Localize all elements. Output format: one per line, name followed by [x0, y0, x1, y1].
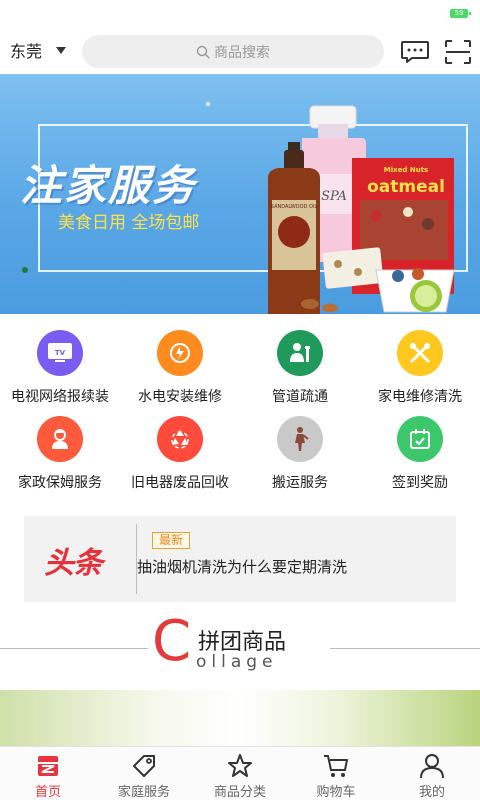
caret-down-icon: [56, 46, 67, 54]
new-badge: 最新: [152, 532, 191, 549]
city-selector[interactable]: 东莞: [10, 38, 67, 62]
user-icon: [420, 754, 444, 779]
water-drop-icon: [157, 330, 203, 376]
svg-text:TV: TV: [55, 349, 66, 357]
housekeeper-icon: [37, 416, 83, 462]
service-label: 水电安装维修: [138, 389, 222, 405]
mover-icon: [277, 416, 323, 462]
mixed-nuts-label: Mixed Nuts: [384, 166, 428, 174]
headline-news[interactable]: 头条 最新 抽油烟机清洗为什么要定期清洗: [24, 516, 456, 602]
cart-icon: [324, 755, 348, 777]
tab-label: 首页: [34, 785, 61, 800]
service-moving[interactable]: 搬运服务: [240, 412, 360, 498]
divider: [330, 648, 480, 649]
tab-label: 家庭服务: [117, 785, 170, 800]
collage-logo-letter: C: [152, 609, 192, 674]
section-subtitle: ollage: [196, 652, 278, 672]
service-checkin-reward[interactable]: 签到奖励: [360, 412, 480, 498]
star-icon: [228, 754, 252, 777]
message-icon[interactable]: [400, 40, 430, 64]
service-appliance-repair[interactable]: 家电维修清洗: [360, 326, 480, 412]
scan-icon[interactable]: [444, 39, 472, 65]
search-placeholder: 商品搜索: [214, 44, 270, 61]
sandalwood-label: SANDALWOOD OIL: [271, 204, 318, 210]
service-label: 搬运服务: [272, 475, 328, 491]
tv-icon: TV: [37, 330, 83, 376]
app-screen: 59 东莞 商品搜索 注家服务 美食日用 全场包邮 SPA SANDALWOOD…: [0, 0, 480, 800]
group-buy-product-image[interactable]: [0, 690, 480, 746]
tab-home-services[interactable]: 家庭服务: [96, 747, 192, 800]
spa-label: SPA: [321, 189, 347, 204]
top-header: 东莞 商品搜索: [0, 26, 480, 74]
service-housekeeping[interactable]: 家政保姆服务: [0, 412, 120, 498]
service-grid: TV 电视网络报续装 水电安装维修 管道疏通 家电维修清洗 家政保姆服务 旧电器…: [0, 326, 480, 498]
service-label: 电视网络报续装: [11, 389, 109, 405]
service-label: 旧电器废品回收: [131, 475, 229, 491]
service-pipe-dredge[interactable]: 管道疏通: [240, 326, 360, 412]
service-recycling[interactable]: 旧电器废品回收: [120, 412, 240, 498]
city-name: 东莞: [10, 42, 43, 61]
oatmeal-label: oatmeal: [367, 177, 445, 197]
promo-banner[interactable]: 注家服务 美食日用 全场包邮 SPA SANDALWOOD OIL Mixed …: [0, 74, 480, 314]
banner-sparkle: [206, 102, 210, 106]
product-photo: SPA SANDALWOOD OIL Mixed Nuts oatmeal: [268, 105, 455, 314]
plumber-icon: [277, 330, 323, 376]
service-label: 管道疏通: [272, 389, 328, 405]
tab-label: 我的: [418, 785, 445, 800]
bottom-tab-bar: 首页 家庭服务 商品分类 购物车 我的: [0, 746, 480, 800]
service-water-electric[interactable]: 水电安装维修: [120, 326, 240, 412]
tab-home[interactable]: 首页: [0, 747, 96, 800]
service-label: 签到奖励: [392, 475, 448, 491]
home-icon: [38, 756, 58, 776]
carousel-indicator[interactable]: [22, 267, 28, 273]
tab-label: 商品分类: [213, 785, 266, 800]
tab-cart[interactable]: 购物车: [288, 747, 384, 800]
service-tv-network[interactable]: TV 电视网络报续装: [0, 326, 120, 412]
headline-logo: 头条: [44, 546, 103, 581]
battery-indicator: 59: [450, 9, 471, 18]
calendar-check-icon: [397, 416, 443, 462]
banner-subtitle: 美食日用 全场包邮: [58, 213, 200, 233]
divider: [0, 648, 148, 649]
recycle-icon: [157, 416, 203, 462]
tab-label: 购物车: [316, 785, 356, 800]
headline-text: 抽油烟机清洗为什么要定期清洗: [137, 558, 348, 576]
search-bar[interactable]: 商品搜索: [82, 35, 384, 68]
tag-icon: [133, 755, 155, 777]
tab-profile[interactable]: 我的: [384, 747, 480, 800]
tab-categories[interactable]: 商品分类: [192, 747, 288, 800]
group-buy-section-header: C 拼团商品 ollage: [0, 612, 480, 678]
status-bar: 59: [0, 0, 480, 26]
service-label: 家政保姆服务: [18, 475, 102, 491]
search-icon: [196, 45, 210, 59]
banner-title: 注家服务: [20, 161, 197, 210]
tools-icon: [397, 330, 443, 376]
service-label: 家电维修清洗: [378, 389, 462, 405]
